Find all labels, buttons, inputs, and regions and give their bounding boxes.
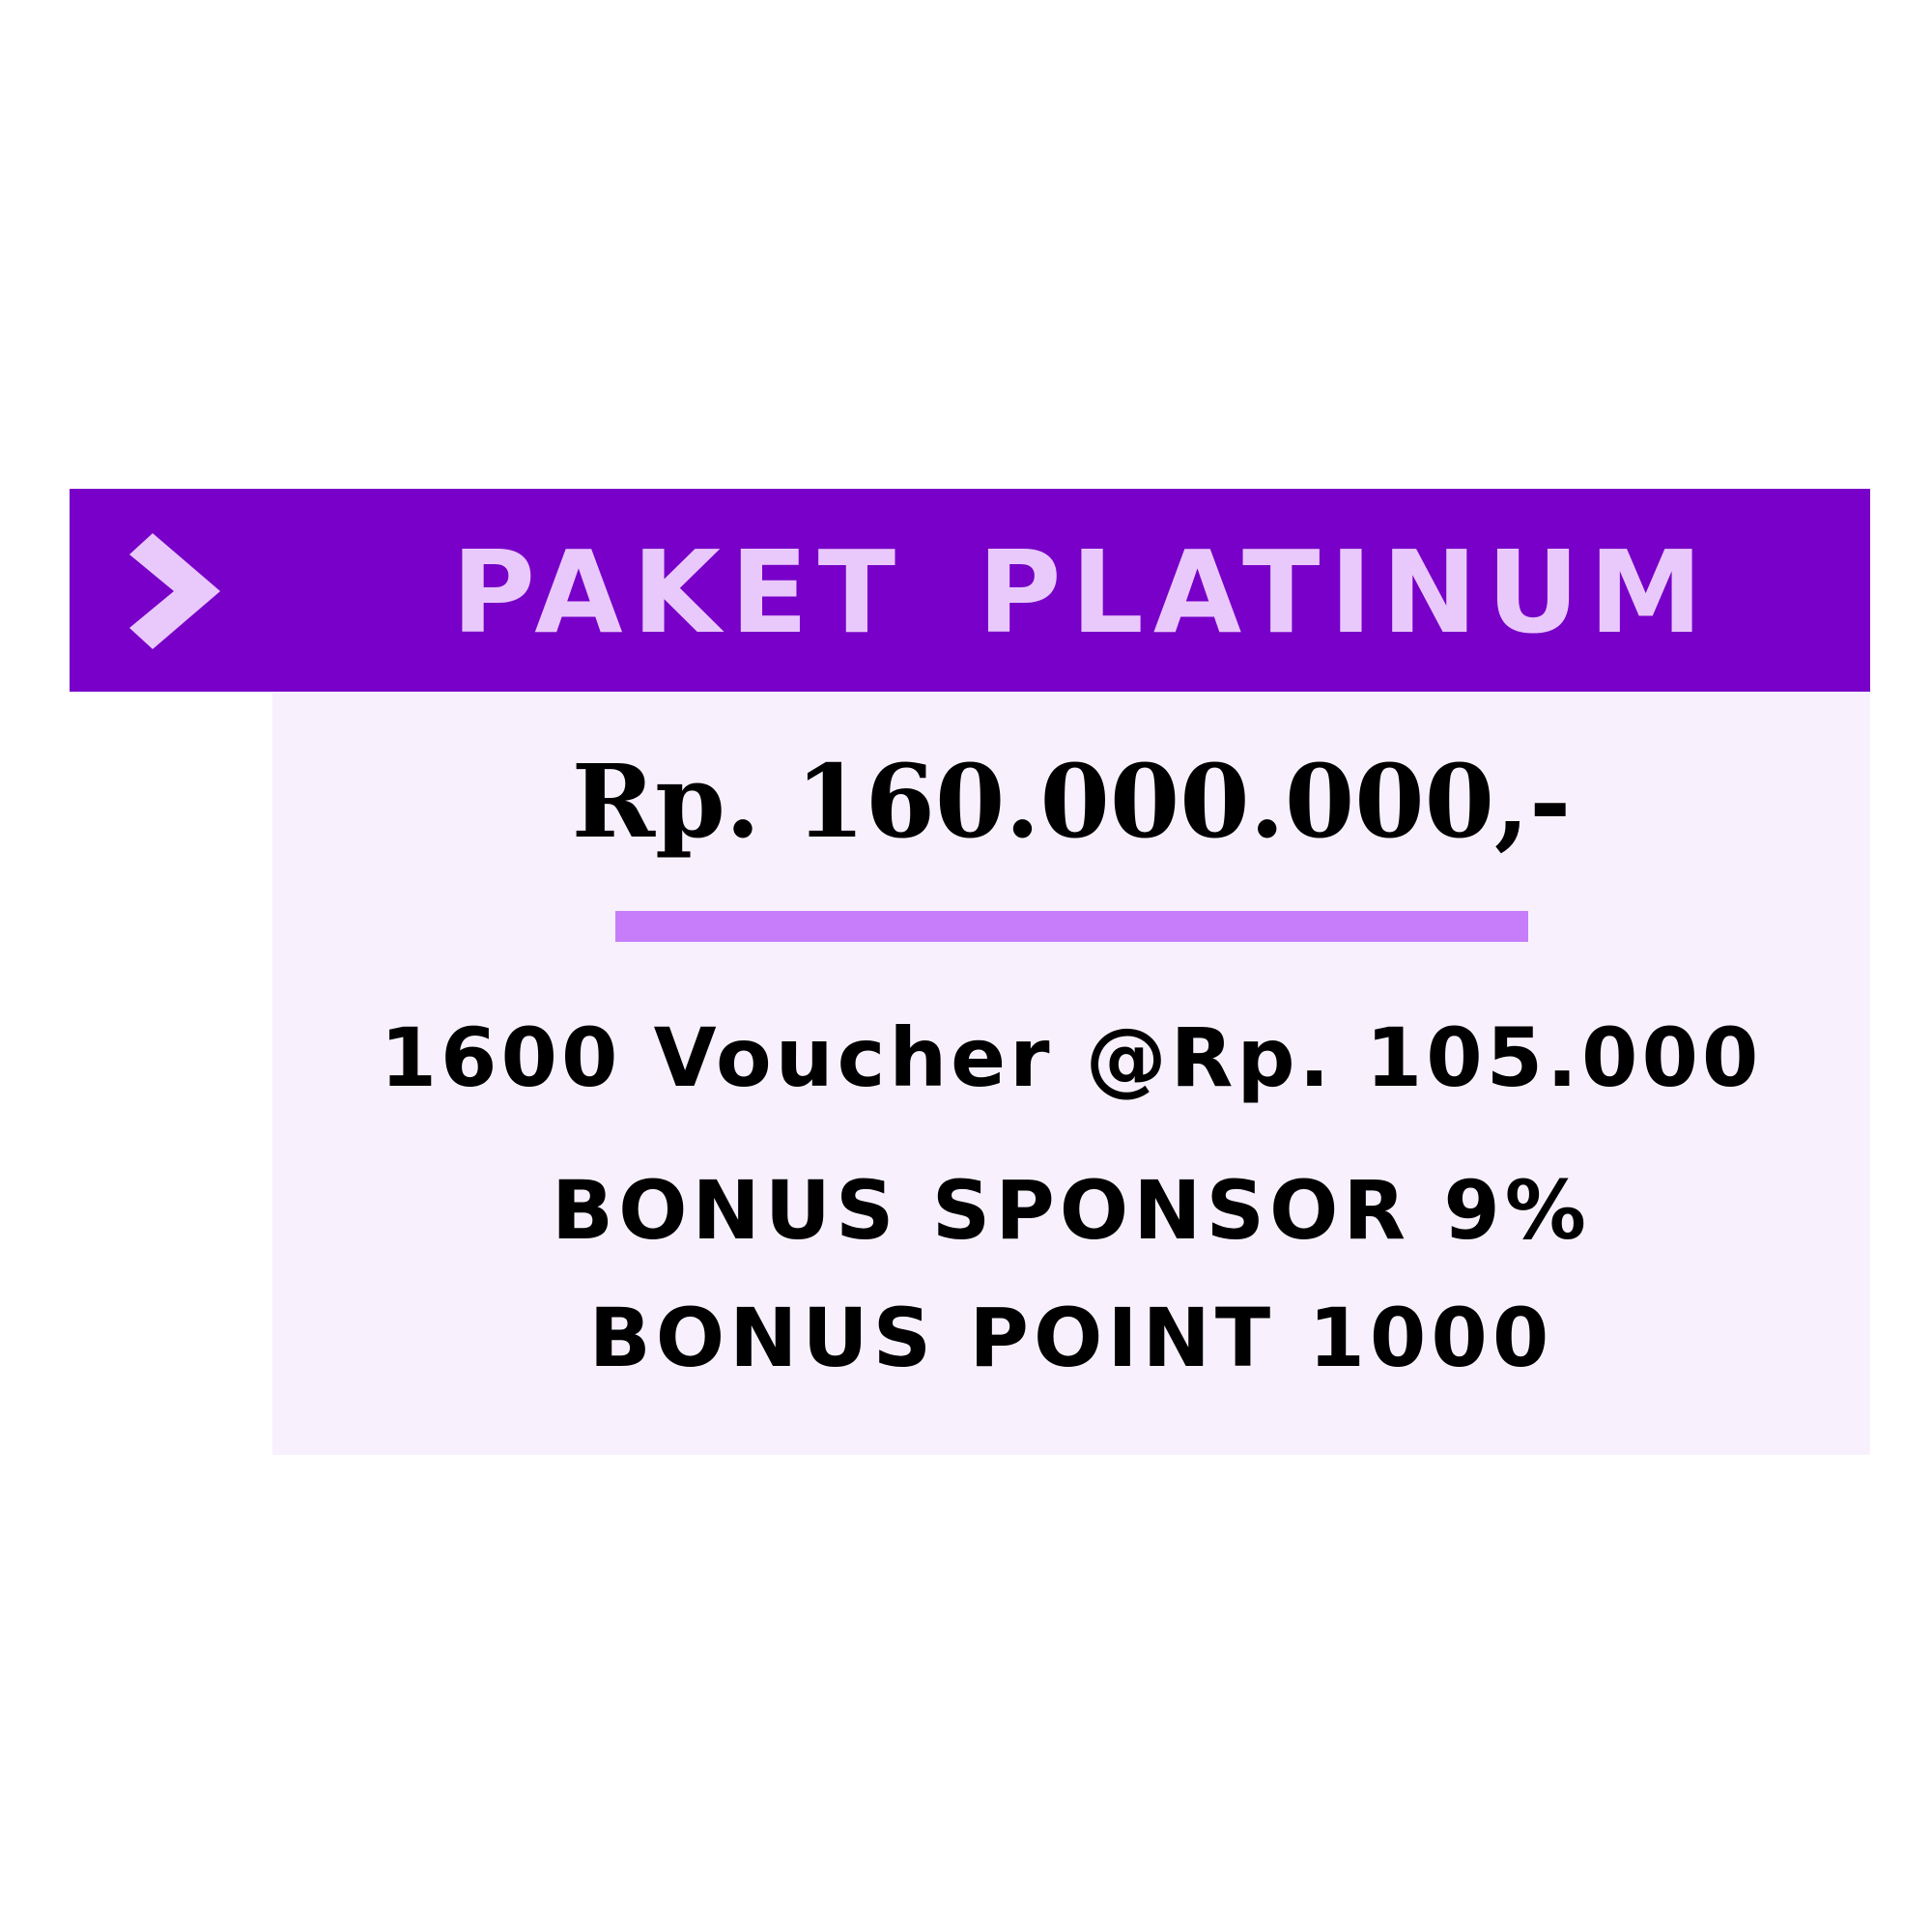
chevron-right-icon <box>129 533 220 649</box>
bonus-point: BONUS POINT 1000 <box>588 1291 1554 1385</box>
package-title: PAKET PLATINUM <box>451 526 1713 659</box>
package-price: Rp. 160.000.000,- <box>571 742 1572 861</box>
voucher-info: 1600 Voucher @Rp. 105.000 <box>380 1010 1763 1105</box>
divider <box>615 911 1528 942</box>
bonus-sponsor: BONUS SPONSOR 9% <box>552 1163 1591 1258</box>
